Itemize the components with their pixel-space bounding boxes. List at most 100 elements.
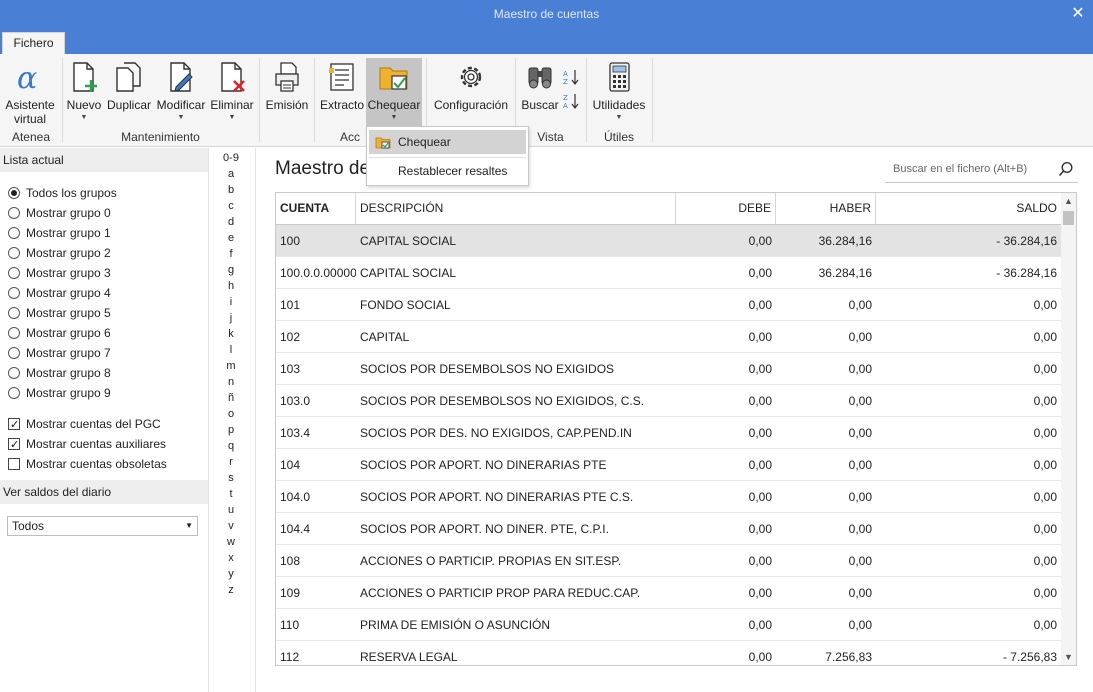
svg-text:A: A	[563, 102, 568, 110]
table-row[interactable]: 100 CAPITAL SOCIAL 0,00 36.284,16 - 36.284,1…	[276, 225, 1061, 257]
duplicar-button[interactable]: Duplicar	[106, 58, 152, 128]
eliminar-button[interactable]: Eliminar ▼	[209, 58, 255, 128]
alphabet-letter[interactable]: c	[210, 200, 252, 212]
binoculars-icon	[525, 60, 555, 97]
alphabet-letter[interactable]: t	[210, 488, 252, 500]
alphabet-letter[interactable]: r	[210, 456, 252, 468]
header-cuenta[interactable]: CUENTA	[276, 193, 356, 224]
cell-debe: 0,00	[748, 490, 772, 504]
search-box	[885, 155, 1078, 183]
scrollbar-thumb[interactable]	[1063, 211, 1074, 225]
table-row[interactable]: 108 ACCIONES O PARTICIP. PROPIAS EN SIT.E…	[276, 545, 1061, 577]
table-row[interactable]: 100.0.0.00000 CAPITAL SOCIAL 0,00 36.284,16…	[276, 257, 1061, 289]
radio-button[interactable]	[8, 207, 20, 219]
alphabet-letter[interactable]: v	[210, 520, 252, 532]
vertical-scrollbar[interactable]	[1061, 209, 1076, 665]
utilidades-button[interactable]: Utilidades ▼	[590, 58, 648, 128]
configuracion-button[interactable]: Configuración	[431, 58, 511, 128]
alphabet-letter[interactable]: u	[210, 504, 252, 516]
alphabet-letter[interactable]: m	[210, 360, 252, 372]
radio-button[interactable]	[8, 287, 20, 299]
radio-button[interactable]	[8, 387, 20, 399]
alphabet-letter[interactable]: b	[210, 184, 252, 196]
table-row[interactable]: 104.0 SOCIOS POR APORT. NO DINERARIAS PTE…	[276, 481, 1061, 513]
header-saldo[interactable]: SALDO	[876, 193, 1061, 224]
alphabet-letter[interactable]: g	[210, 264, 252, 276]
cell-descripcion: SOCIOS POR APORT. NO DINERARIAS PTE C.S.	[360, 490, 634, 504]
sort-ascending-icon[interactable]: AZ	[562, 68, 580, 86]
cell-cuenta: 100	[280, 234, 301, 248]
cell-haber: 0,00	[848, 522, 872, 536]
alphabet-letter[interactable]: i	[210, 296, 252, 308]
utilidades-label: Utilidades	[592, 98, 646, 112]
radio-button[interactable]	[8, 267, 20, 279]
alphabet-letter[interactable]: h	[210, 280, 252, 292]
cell-haber: 0,00	[848, 490, 872, 504]
saldos-dropdown[interactable]: Todos ▼	[7, 516, 198, 536]
radio-button[interactable]	[8, 367, 20, 379]
table-row[interactable]: 103.0 SOCIOS POR DESEMBOLSOS NO EXIGIDOS,…	[276, 385, 1061, 417]
checkbox[interactable]	[8, 416, 20, 434]
cell-haber: 0,00	[848, 298, 872, 312]
radio-button[interactable]	[8, 247, 20, 259]
sort-descending-icon[interactable]: ZA	[562, 92, 580, 110]
extracto-button[interactable]: Extracto	[318, 58, 366, 128]
scroll-down-icon[interactable]: ▼	[1061, 649, 1076, 665]
alphabet-letter[interactable]: e	[210, 232, 252, 244]
alphabet-letter[interactable]: j	[210, 312, 252, 324]
radio-button[interactable]	[8, 327, 20, 339]
alphabet-letter[interactable]: s	[210, 472, 252, 484]
radio-button[interactable]	[8, 307, 20, 319]
radio-button[interactable]	[8, 227, 20, 239]
alphabet-letter[interactable]: z	[210, 584, 252, 596]
alphabet-letter[interactable]: o	[210, 408, 252, 420]
close-icon[interactable]: ✕	[1071, 0, 1085, 28]
checkbox[interactable]	[8, 458, 20, 470]
search-icon[interactable]	[1058, 161, 1074, 180]
alphabet-letter[interactable]: a	[210, 168, 252, 180]
table-row[interactable]: 101 FONDO SOCIAL 0,00 0,00 0,00	[276, 289, 1061, 321]
alphabet-letter[interactable]: n	[210, 376, 252, 388]
alphabet-letter[interactable]: k	[210, 328, 252, 340]
table-row[interactable]: 103.4 SOCIOS POR DES. NO EXIGIDOS, CAP.PE…	[276, 417, 1061, 449]
alphabet-letter[interactable]: p	[210, 424, 252, 436]
checkbox[interactable]	[8, 436, 20, 454]
chequear-button[interactable]: Chequear ▼	[366, 58, 422, 128]
alphabet-letter[interactable]: ñ	[210, 392, 252, 404]
header-debe[interactable]: DEBE	[676, 193, 776, 224]
svg-text:α: α	[17, 61, 37, 94]
table-row[interactable]: 104.4 SOCIOS POR APORT. NO DINER. PTE, C.…	[276, 513, 1061, 545]
table-row[interactable]: 103 SOCIOS POR DESEMBOLSOS NO EXIGIDOS 0,0…	[276, 353, 1061, 385]
asistente-virtual-button[interactable]: α Asistente virtual	[2, 58, 58, 128]
header-haber[interactable]: HABER	[776, 193, 876, 224]
table-row[interactable]: 104 SOCIOS POR APORT. NO DINERARIAS PTE 0,…	[276, 449, 1061, 481]
alphabet-letter[interactable]: 0-9	[210, 152, 252, 164]
modificar-button[interactable]: Modificar ▼	[154, 58, 208, 128]
alphabet-letter[interactable]: l	[210, 344, 252, 356]
buscar-button[interactable]: Buscar	[520, 58, 560, 128]
table-row[interactable]: 109 ACCIONES O PARTICIP PROP PARA REDUC.C…	[276, 577, 1061, 609]
table-row[interactable]: 112 RESERVA LEGAL 0,00 7.256,83 - 7.256,83	[276, 641, 1061, 665]
emision-button[interactable]: Emisión	[264, 58, 310, 128]
tab-fichero[interactable]: Fichero	[2, 32, 65, 54]
menu-item-chequear[interactable]: Chequear	[369, 130, 526, 154]
radio-button[interactable]	[8, 347, 20, 359]
alphabet-letter[interactable]: q	[210, 440, 252, 452]
group-label-mantenimiento: Mantenimiento	[121, 130, 200, 144]
nuevo-button[interactable]: Nuevo ▼	[66, 58, 102, 128]
alphabet-letter[interactable]: w	[210, 536, 252, 548]
cell-cuenta: 109	[280, 586, 301, 600]
menu-item-restablecer-resaltes[interactable]: Restablecer resaltes	[369, 159, 526, 183]
alphabet-letter[interactable]: d	[210, 216, 252, 228]
group-label-utiles: Útiles	[603, 130, 634, 144]
alphabet-letter[interactable]: f	[210, 248, 252, 260]
checkbox-label: Mostrar cuentas obsoletas	[26, 457, 167, 471]
table-row[interactable]: 110 PRIMA DE EMISIÓN O ASUNCIÓN 0,00 0,00 0,…	[276, 609, 1061, 641]
header-descripcion[interactable]: DESCRIPCIÓN	[356, 193, 676, 224]
radio-button[interactable]	[8, 187, 20, 199]
search-input[interactable]	[885, 159, 1050, 179]
alphabet-letter[interactable]: x	[210, 552, 252, 564]
scroll-up-icon[interactable]: ▲	[1061, 193, 1076, 209]
table-row[interactable]: 102 CAPITAL 0,00 0,00 0,00	[276, 321, 1061, 353]
alphabet-letter[interactable]: y	[210, 568, 252, 580]
